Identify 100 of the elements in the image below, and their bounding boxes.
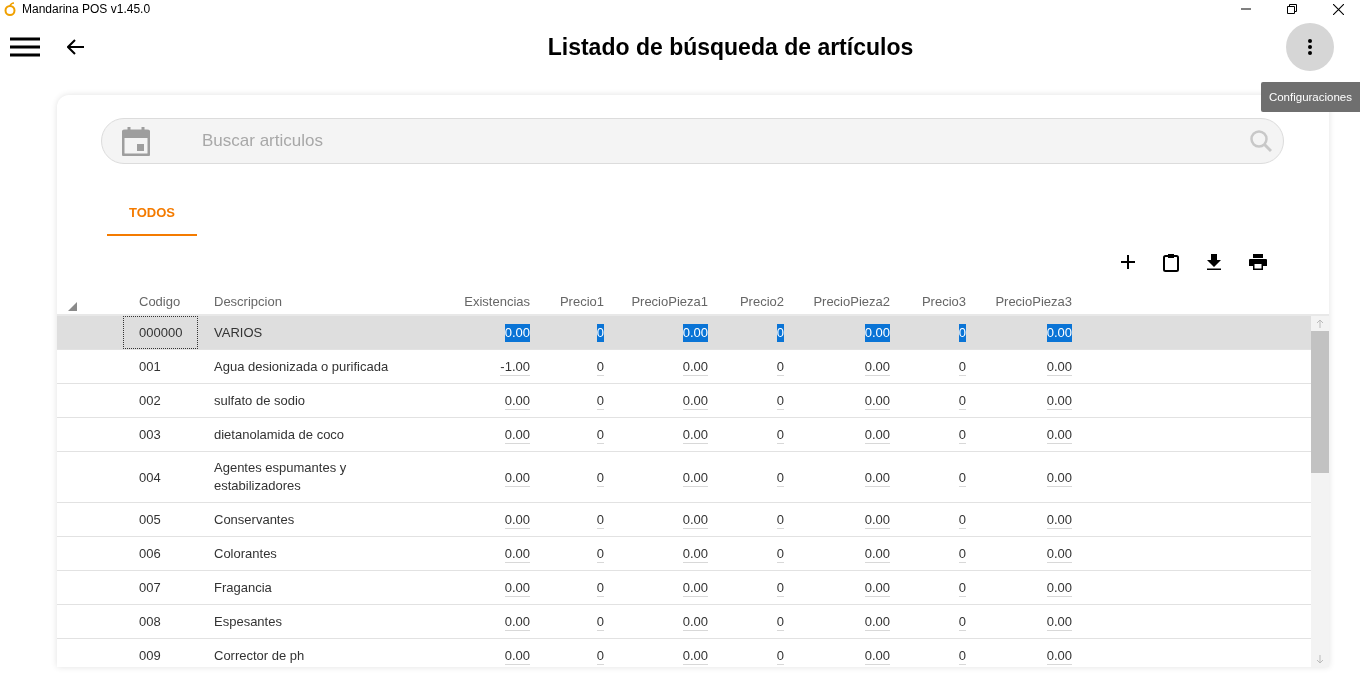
download-icon[interactable] [1207, 254, 1221, 270]
value-field[interactable]: 0.00 [682, 545, 708, 563]
value-field[interactable]: 0 [596, 324, 604, 342]
value-field[interactable]: 0 [958, 392, 966, 410]
value-field[interactable]: 0.00 [864, 324, 890, 342]
menu-icon[interactable] [10, 37, 40, 57]
restore-icon[interactable] [1287, 4, 1297, 14]
printer-icon[interactable] [1249, 254, 1267, 270]
table-row[interactable]: 006 Colorantes 0.00 0 0.00 0 0.00 0 0.00 [57, 537, 1311, 571]
search-bar[interactable]: Buscar articulos [101, 118, 1284, 164]
value-field[interactable]: 0 [958, 324, 966, 342]
value-field[interactable]: 0 [776, 579, 784, 597]
value-field[interactable]: 0.00 [504, 468, 530, 487]
scrollbar[interactable] [1311, 316, 1329, 667]
value-field[interactable]: 0.00 [682, 579, 708, 597]
value-field[interactable]: 0 [596, 468, 604, 487]
value-field[interactable]: 0.00 [504, 392, 530, 410]
value-field[interactable]: 0.00 [1046, 613, 1072, 631]
value-field[interactable]: 0.00 [682, 647, 708, 665]
more-options-button[interactable] [1286, 23, 1334, 71]
value-field[interactable]: 0.00 [682, 613, 708, 631]
value-field[interactable]: 0 [596, 647, 604, 665]
value-field[interactable]: 0.00 [1046, 511, 1072, 529]
value-field[interactable]: 0 [958, 511, 966, 529]
value-field[interactable]: 0 [776, 468, 784, 487]
value-field[interactable]: 0.00 [864, 579, 890, 597]
value-field[interactable]: 0.00 [504, 426, 530, 444]
value-field[interactable]: 0 [776, 545, 784, 563]
table-row[interactable]: 003 dietanolamida de coco 0.00 0 0.00 0 0.00 0 0.00 [57, 418, 1311, 452]
value-field[interactable]: 0.00 [1046, 324, 1072, 342]
clipboard-icon[interactable] [1163, 252, 1179, 272]
value-field[interactable]: 0 [776, 426, 784, 444]
value-field[interactable]: 0 [776, 392, 784, 410]
value-field[interactable]: 0 [596, 613, 604, 631]
value-field[interactable]: 0.00 [682, 511, 708, 529]
value-field[interactable]: 0 [776, 358, 784, 376]
column-header[interactable]: Precio1 [538, 293, 612, 309]
value-field[interactable]: 0 [958, 545, 966, 563]
value-field[interactable]: 0 [596, 392, 604, 410]
value-field[interactable]: 0 [596, 545, 604, 563]
value-field[interactable]: 0.00 [1046, 392, 1072, 410]
value-field[interactable]: 0.00 [1046, 426, 1072, 444]
search-field[interactable]: Buscar articulos [200, 130, 1249, 152]
value-field[interactable]: 0 [776, 511, 784, 529]
value-field[interactable]: 0.00 [682, 324, 708, 342]
value-field[interactable]: 0.00 [504, 511, 530, 529]
table-row[interactable]: 001 Agua desionizada o purificada -1.00 0 0.00 0 0.00 0 0.00 [57, 350, 1311, 384]
value-field[interactable]: 0.00 [864, 613, 890, 631]
table-row[interactable]: 007 Fragancia 0.00 0 0.00 0 0.00 0 0.00 [57, 571, 1311, 605]
value-field[interactable]: 0 [596, 426, 604, 444]
value-field[interactable]: 0 [776, 324, 784, 342]
value-field[interactable]: 0.00 [504, 579, 530, 597]
column-header[interactable]: Precio3 [898, 293, 974, 309]
column-header[interactable]: PrecioPieza3 [974, 293, 1080, 309]
column-header[interactable]: PrecioPieza1 [612, 293, 716, 309]
value-field[interactable]: 0.00 [864, 392, 890, 410]
close-icon[interactable] [1333, 3, 1344, 15]
add-icon[interactable] [1121, 255, 1135, 269]
table-row[interactable]: 000000 VARIOS 0.00 0 0.00 0 0.00 0 0.00 [57, 316, 1311, 350]
value-field[interactable]: 0 [776, 647, 784, 665]
value-field[interactable]: 0.00 [504, 324, 530, 342]
back-arrow-icon[interactable] [67, 39, 85, 55]
value-field[interactable]: 0.00 [1046, 545, 1072, 563]
value-field[interactable]: 0 [776, 613, 784, 631]
value-field[interactable]: 0.00 [504, 613, 530, 631]
value-field[interactable]: 0.00 [682, 468, 708, 487]
value-field[interactable]: 0.00 [504, 545, 530, 563]
scroll-thumb[interactable] [1311, 331, 1329, 473]
value-field[interactable]: 0.00 [682, 426, 708, 444]
value-field[interactable]: 0 [958, 613, 966, 631]
value-field[interactable]: 0.00 [864, 358, 890, 376]
value-field[interactable]: 0 [596, 358, 604, 376]
value-field[interactable]: 0 [958, 358, 966, 376]
value-field[interactable]: 0.00 [1046, 358, 1072, 376]
value-field[interactable]: 0.00 [1046, 468, 1072, 487]
column-header[interactable]: Precio2 [716, 293, 792, 309]
table-row[interactable]: 008 Espesantes 0.00 0 0.00 0 0.00 0 0.00 [57, 605, 1311, 639]
column-header[interactable]: Descripcion [198, 293, 448, 309]
value-field[interactable]: -1.00 [500, 358, 530, 376]
value-field[interactable]: 0 [958, 468, 966, 487]
value-field[interactable]: 0.00 [864, 511, 890, 529]
value-field[interactable]: 0 [958, 579, 966, 597]
column-header[interactable]: Existencias [448, 293, 538, 309]
value-field[interactable]: 0 [596, 579, 604, 597]
value-field[interactable]: 0.00 [1046, 579, 1072, 597]
value-field[interactable]: 0.00 [1046, 647, 1072, 665]
column-header[interactable]: Codigo [123, 293, 198, 309]
value-field[interactable]: 0.00 [864, 647, 890, 665]
value-field[interactable]: 0.00 [864, 426, 890, 444]
value-field[interactable]: 0 [596, 511, 604, 529]
value-field[interactable]: 0.00 [682, 358, 708, 376]
value-field[interactable]: 0.00 [682, 392, 708, 410]
value-field[interactable]: 0.00 [864, 545, 890, 563]
value-field[interactable]: 0 [958, 426, 966, 444]
table-row[interactable]: 004 Agentes espumantes y estabilizadores 0.00 0 0.00 0 0.00 0 0.00 [57, 452, 1311, 503]
table-row[interactable]: 002 sulfato de sodio 0.00 0 0.00 0 0.00 0 0.00 [57, 384, 1311, 418]
value-field[interactable]: 0.00 [864, 468, 890, 487]
column-header[interactable]: PrecioPieza2 [792, 293, 898, 309]
value-field[interactable]: 0 [958, 647, 966, 665]
table-row[interactable]: 005 Conservantes 0.00 0 0.00 0 0.00 0 0.00 [57, 503, 1311, 537]
